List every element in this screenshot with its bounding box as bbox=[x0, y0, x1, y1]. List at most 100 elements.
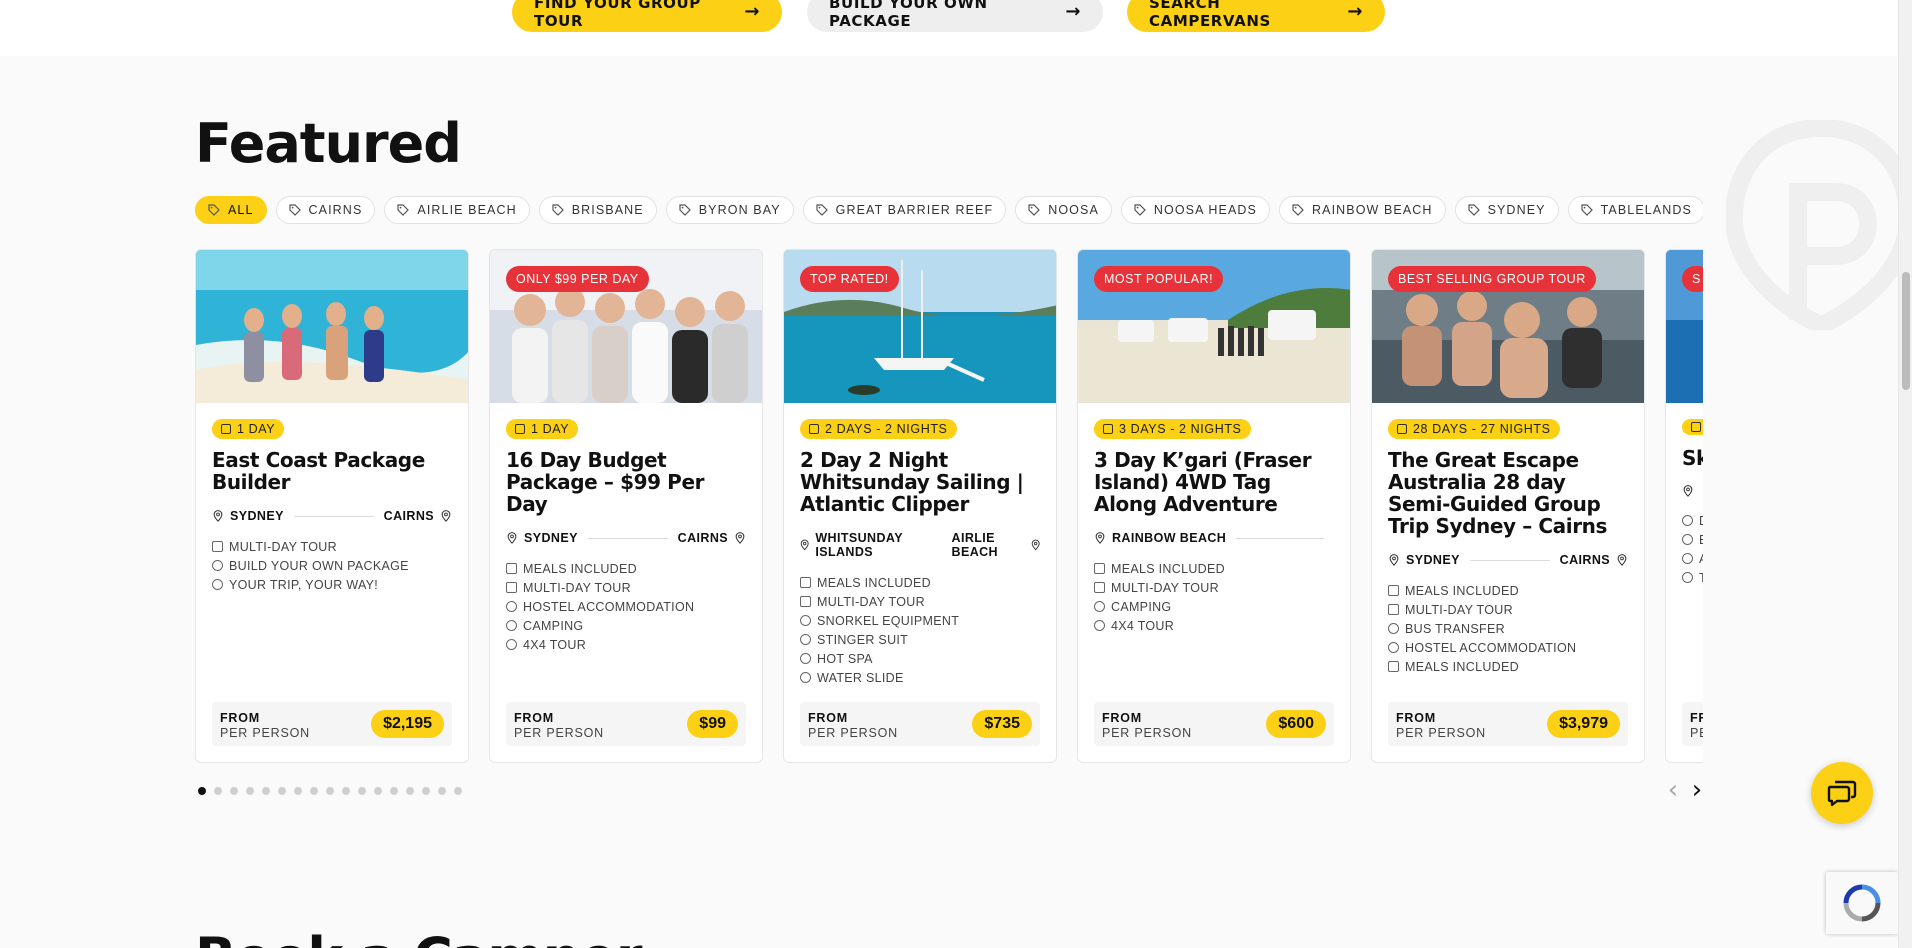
tour-card-image[interactable]: BEST SELLING GROUP TOUR bbox=[1372, 250, 1644, 403]
feature-text: MEALS INCLUDED bbox=[1405, 659, 1519, 674]
search-campervans-button[interactable]: SEARCH CAMPERVANS → bbox=[1127, 0, 1385, 32]
build-package-button[interactable]: BUILD YOUR OWN PACKAGE → bbox=[807, 0, 1103, 32]
tour-card-image[interactable]: S bbox=[1666, 250, 1703, 403]
tour-card-image[interactable] bbox=[196, 250, 468, 403]
carousel-dot[interactable] bbox=[310, 787, 318, 795]
filter-chip-tablelands[interactable]: TABLELANDS bbox=[1567, 196, 1703, 224]
tour-card[interactable]: MOST POPULAR! 3 DAYS - 2 NIGHTS 3 Day K’ga… bbox=[1077, 249, 1351, 763]
carousel-dot[interactable] bbox=[262, 787, 270, 795]
carousel-dot[interactable] bbox=[294, 787, 302, 795]
top-button-strip: FIND YOUR GROUP TOUR → BUILD YOUR OWN PA… bbox=[0, 0, 1898, 56]
tour-route: RAINBOW BEACH bbox=[1094, 531, 1334, 545]
tour-card-image[interactable]: ONLY $99 PER DAY bbox=[490, 250, 762, 403]
carousel-dot[interactable] bbox=[454, 787, 462, 795]
tour-badge: BEST SELLING GROUP TOUR bbox=[1388, 266, 1596, 292]
featured-title: Featured bbox=[195, 112, 462, 175]
calendar-icon bbox=[212, 541, 223, 552]
price-from-label: FROM bbox=[220, 710, 260, 725]
filter-chip-cairns[interactable]: CAIRNS bbox=[275, 196, 376, 224]
smile-icon bbox=[506, 601, 517, 612]
tour-card[interactable]: ONLY $99 PER DAY 1 DAY 16 Day Budget Packa… bbox=[489, 249, 763, 763]
filter-chip-rainbow-beach[interactable]: RAINBOW BEACH bbox=[1279, 196, 1446, 224]
tour-title[interactable]: 3 Day K’gari (Fraser Island) 4WD Tag Alo… bbox=[1094, 449, 1334, 515]
tour-photo bbox=[196, 250, 468, 403]
arrow-right-icon: → bbox=[1347, 1, 1363, 22]
chat-button[interactable] bbox=[1811, 762, 1873, 824]
tour-title[interactable]: Sk 15, Sk bbox=[1682, 447, 1703, 469]
per-person-label: PER PERSON bbox=[1396, 725, 1486, 740]
scrollbar-thumb[interactable] bbox=[1902, 272, 1910, 390]
feature-text: BUILD YOUR OWN PACKAGE bbox=[229, 558, 409, 573]
calendar-icon bbox=[515, 424, 525, 434]
tour-card-body: Sk 15, Sk DBAT bbox=[1666, 403, 1703, 587]
tour-card[interactable]: S Sk 15, Sk DBAT FRPE bbox=[1665, 249, 1703, 763]
calendar-icon bbox=[1094, 582, 1105, 593]
carousel-dot[interactable] bbox=[326, 787, 334, 795]
tour-title[interactable]: 16 Day Budget Package – $99 Per Day bbox=[506, 449, 746, 515]
meal-icon bbox=[1388, 661, 1399, 672]
filter-chip-label: BYRON BAY bbox=[698, 203, 781, 217]
carousel-dot[interactable] bbox=[390, 787, 398, 795]
tour-title[interactable]: East Coast Package Builder bbox=[212, 449, 452, 493]
feature-item: CAMPING bbox=[1094, 597, 1334, 616]
chevron-left-icon[interactable]: ‹ bbox=[1661, 777, 1685, 804]
filter-chip-brisbane[interactable]: BRISBANE bbox=[538, 196, 657, 224]
filter-chip-noosa[interactable]: NOOSA bbox=[1015, 196, 1112, 224]
tour-card-image[interactable]: TOP RATED! bbox=[784, 250, 1056, 403]
tour-title[interactable]: 2 Day 2 Night Whitsunday Sailing | Atlan… bbox=[800, 449, 1040, 515]
filter-chip-sydney[interactable]: SYDNEY bbox=[1454, 196, 1559, 224]
filter-chip-all[interactable]: ALL bbox=[195, 196, 267, 224]
price-label-group: FROM PER PERSON bbox=[514, 709, 604, 740]
carousel-dot[interactable] bbox=[214, 787, 222, 795]
feature-text: B bbox=[1699, 533, 1703, 547]
carousel-dot[interactable] bbox=[198, 787, 206, 795]
page-scrollbar[interactable] bbox=[1898, 0, 1912, 948]
carousel-dot[interactable] bbox=[438, 787, 446, 795]
filter-chip-airlie-beach[interactable]: AIRLIE BEACH bbox=[384, 196, 530, 224]
tour-card-image[interactable]: MOST POPULAR! bbox=[1078, 250, 1350, 403]
feature-item: MEALS INCLUDED bbox=[800, 573, 1040, 592]
smile-icon bbox=[212, 560, 223, 571]
tag-icon bbox=[288, 204, 301, 216]
carousel-dot[interactable] bbox=[342, 787, 350, 795]
smile-icon bbox=[1388, 623, 1399, 634]
carousel-dot[interactable] bbox=[246, 787, 254, 795]
feature-text: BUS TRANSFER bbox=[1405, 621, 1505, 636]
tour-route: SYDNEY CAIRNS bbox=[212, 509, 452, 523]
feature-text: MEALS INCLUDED bbox=[523, 561, 637, 576]
carousel-dot[interactable] bbox=[278, 787, 286, 795]
carousel-dot[interactable] bbox=[422, 787, 430, 795]
location-pin-icon bbox=[1683, 485, 1693, 497]
tour-badge: ONLY $99 PER DAY bbox=[506, 266, 649, 292]
feature-text: 4X4 TOUR bbox=[523, 637, 587, 652]
chevron-right-icon[interactable]: › bbox=[1685, 777, 1709, 804]
filter-chip-label: RAINBOW BEACH bbox=[1312, 203, 1433, 217]
carousel-dot[interactable] bbox=[374, 787, 382, 795]
tour-card[interactable]: 1 DAY East Coast Package Builder SYDNEY CAI… bbox=[195, 249, 469, 763]
price-label-group: FRPE bbox=[1690, 709, 1703, 740]
duration-text: 28 DAYS - 27 NIGHTS bbox=[1413, 422, 1551, 436]
filter-chip-great-barrier-reef[interactable]: GREAT BARRIER REEF bbox=[802, 196, 1007, 224]
feature-item: HOSTEL ACCOMMODATION bbox=[1388, 638, 1628, 657]
carousel-dot[interactable] bbox=[358, 787, 366, 795]
feature-item: SNORKEL EQUIPMENT bbox=[800, 611, 1040, 630]
filter-chip-byron-bay[interactable]: BYRON BAY bbox=[665, 196, 794, 224]
tour-card[interactable]: BEST SELLING GROUP TOUR 28 DAYS - 27 NIGH… bbox=[1371, 249, 1645, 763]
location-pin-icon bbox=[1031, 539, 1040, 551]
carousel-dot[interactable] bbox=[230, 787, 238, 795]
tour-title[interactable]: The Great Escape Australia 28 day Semi-G… bbox=[1388, 449, 1628, 537]
calendar-icon bbox=[1388, 604, 1399, 615]
tour-card[interactable]: TOP RATED! 2 DAYS - 2 NIGHTS 2 Day 2 Night… bbox=[783, 249, 1057, 763]
carousel-dot[interactable] bbox=[406, 787, 414, 795]
tag-icon bbox=[1134, 204, 1146, 216]
recaptcha-badge[interactable] bbox=[1826, 872, 1898, 934]
calendar-icon bbox=[221, 424, 231, 434]
feature-item: BUS TRANSFER bbox=[1388, 619, 1628, 638]
recaptcha-logo-icon bbox=[1843, 884, 1881, 922]
find-group-tour-button[interactable]: FIND YOUR GROUP TOUR → bbox=[512, 0, 782, 32]
feature-item: MULTI-DAY TOUR bbox=[506, 578, 746, 597]
smile-icon bbox=[1094, 601, 1105, 612]
filter-chip-noosa-heads[interactable]: NOOSA HEADS bbox=[1120, 196, 1270, 224]
feature-text: MULTI-DAY TOUR bbox=[817, 594, 925, 609]
smile-icon bbox=[1682, 553, 1693, 564]
